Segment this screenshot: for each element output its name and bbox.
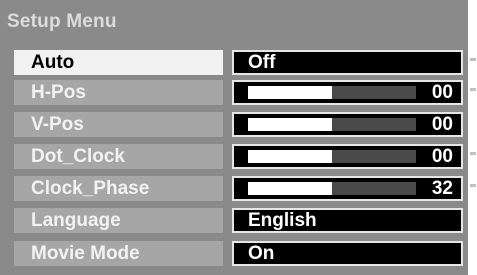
edge-mark [470,88,476,91]
menu-row-v-pos[interactable]: V-Pos 00 [14,112,464,137]
v-pos-slider-track[interactable] [248,118,416,131]
menu-row-auto[interactable]: Auto Off [14,50,464,75]
edge-mark [470,152,476,155]
movie-mode-value-field[interactable]: On [232,241,463,266]
h-pos-slider-fill [248,86,332,99]
menu-item-label-language[interactable]: Language [14,208,223,233]
v-pos-slider[interactable]: 00 [232,112,463,137]
clock-phase-slider-track[interactable] [248,182,416,195]
menu-item-label-auto[interactable]: Auto [14,50,223,75]
menu-row-dot-clock[interactable]: Dot_Clock 00 [14,144,464,169]
menu-row-clock-phase[interactable]: Clock_Phase 32 [14,176,464,201]
menu-row-movie-mode[interactable]: Movie Mode On [14,241,464,266]
clock-phase-slider[interactable]: 32 [232,176,463,201]
v-pos-value: 00 [431,114,453,135]
menu-item-label-v-pos[interactable]: V-Pos [14,112,223,137]
menu-item-label-clock-phase[interactable]: Clock_Phase [14,176,223,201]
menu-item-label-movie-mode[interactable]: Movie Mode [14,241,223,266]
setup-menu-panel: Setup Menu Auto Off H-Pos 00 V-Pos 00 Do… [0,0,468,275]
edge-mark [470,184,476,187]
h-pos-value: 00 [431,82,453,103]
h-pos-slider[interactable]: 00 [232,80,463,105]
clock-phase-slider-fill [248,182,332,195]
clock-phase-value: 32 [431,178,453,199]
dot-clock-slider-track[interactable] [248,150,416,163]
h-pos-slider-track[interactable] [248,86,416,99]
language-value-field[interactable]: English [232,208,463,233]
v-pos-slider-fill [248,118,332,131]
menu-row-h-pos[interactable]: H-Pos 00 [14,80,464,105]
menu-row-language[interactable]: Language English [14,208,464,233]
menu-item-label-h-pos[interactable]: H-Pos [14,80,223,105]
edge-mark [470,58,476,61]
dot-clock-value: 00 [431,146,453,167]
dot-clock-slider[interactable]: 00 [232,144,463,169]
menu-title: Setup Menu [7,11,117,32]
menu-item-label-dot-clock[interactable]: Dot_Clock [14,144,223,169]
auto-value-field[interactable]: Off [232,50,463,75]
dot-clock-slider-fill [248,150,332,163]
